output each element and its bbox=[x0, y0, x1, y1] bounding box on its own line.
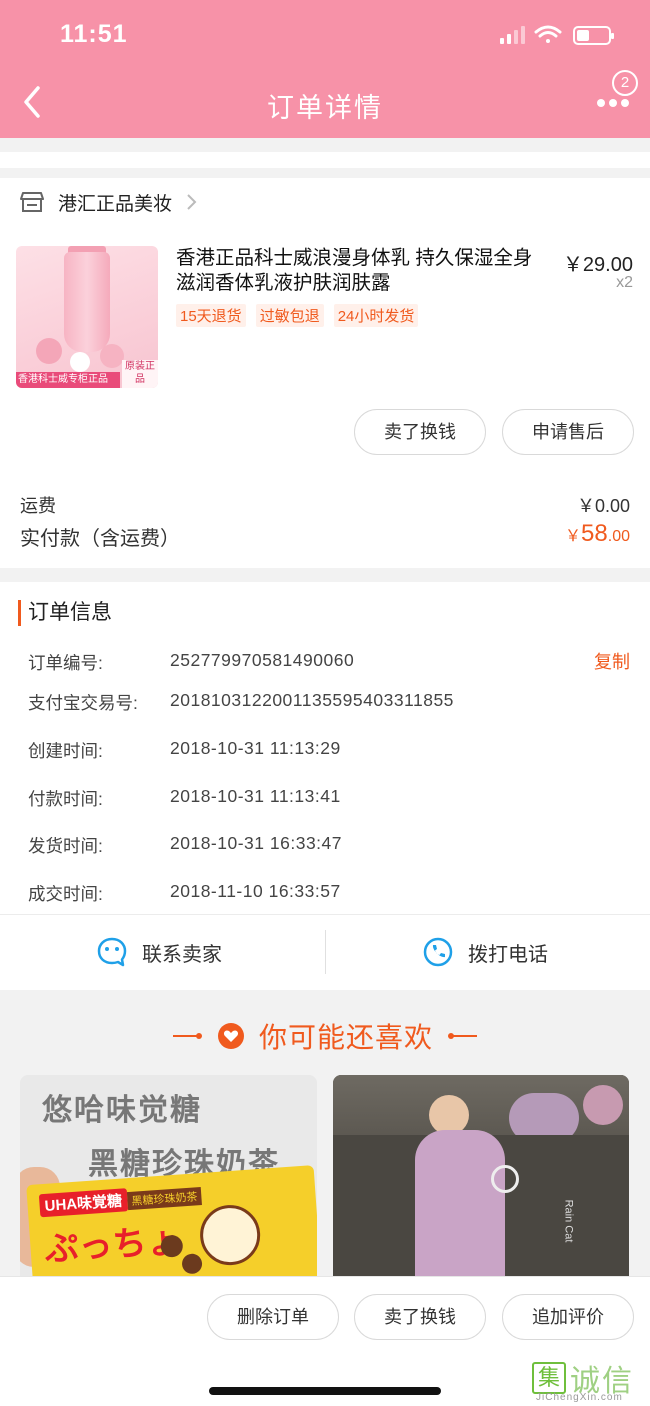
after-sale-button[interactable]: 申请售后 bbox=[502, 409, 634, 455]
header-spacer bbox=[0, 152, 650, 168]
heart-icon bbox=[217, 1023, 244, 1049]
shop-link[interactable]: 港汇正品美妆 bbox=[20, 190, 198, 215]
order-item-card: 港汇正品美妆 香港科士威专柜正品 原装正品 香港正品科士威浪漫身体乳 持久保湿全… bbox=[0, 178, 650, 568]
total-currency: ￥ bbox=[565, 528, 582, 545]
contact-seller-label: 联系卖家 bbox=[142, 943, 222, 966]
store-icon bbox=[20, 192, 44, 212]
chevron-right-icon bbox=[187, 194, 197, 210]
image-caption: 香港科士威专柜正品 bbox=[16, 372, 120, 388]
total-decimal: .00 bbox=[607, 528, 630, 545]
shipping-label: 运费 bbox=[20, 496, 56, 516]
alipay-trade-label: 支付宝交易号: bbox=[28, 693, 138, 713]
status-icons bbox=[500, 25, 614, 45]
shipped-time-label: 发货时间: bbox=[28, 836, 103, 856]
candy-brand: UHA味覚糖 bbox=[38, 1188, 128, 1218]
product-title[interactable]: 香港正品科士威浪漫身体乳 持久保湿全身滋润香体乳液护肤润肤露 bbox=[176, 246, 546, 296]
status-bar: 11:51 bbox=[0, 0, 650, 64]
flower-decoration bbox=[36, 338, 62, 364]
decor-line-left bbox=[172, 1033, 202, 1039]
watermark-logo: 集 bbox=[532, 1362, 566, 1394]
page-title: 订单详情 bbox=[267, 93, 383, 123]
tag-return: 15天退货 bbox=[176, 304, 246, 327]
shipped-time-value: 2018-10-31 16:33:47 bbox=[170, 833, 342, 853]
navigation-bar: 订单详情 2 bbox=[0, 64, 650, 138]
model-head bbox=[429, 1095, 469, 1135]
recommend-title: 你可能还喜欢 bbox=[258, 1022, 433, 1053]
total-integer: 58 bbox=[581, 520, 608, 547]
phone-icon bbox=[423, 937, 453, 967]
status-time: 11:51 bbox=[60, 20, 128, 48]
decor-line-right bbox=[448, 1033, 477, 1039]
created-time-label: 创建时间: bbox=[28, 741, 103, 761]
mascot-face bbox=[198, 1203, 263, 1268]
wifi-icon bbox=[534, 25, 562, 43]
completed-time-label: 成交时间: bbox=[28, 884, 103, 904]
chat-icon bbox=[97, 937, 127, 967]
product-quantity: x2 bbox=[616, 274, 633, 291]
call-phone-label: 拨打电话 bbox=[468, 943, 548, 966]
product-image[interactable]: 香港科士威专柜正品 原装正品 bbox=[16, 246, 158, 388]
shipping-value: ￥0.00 bbox=[576, 496, 630, 516]
pink-dress bbox=[415, 1130, 505, 1285]
watermark-url: JiChengXin.com bbox=[536, 1392, 623, 1403]
created-time-value: 2018-10-31 11:13:29 bbox=[170, 738, 341, 758]
flower-decoration bbox=[100, 344, 124, 368]
candy-flavor-tag: 黑糖珍珠奶茶 bbox=[126, 1187, 202, 1211]
call-phone-button[interactable]: 拨打电话 bbox=[422, 932, 548, 972]
delete-order-button[interactable]: 删除订单 bbox=[207, 1294, 339, 1340]
product-price: ￥29.00 bbox=[562, 254, 633, 276]
signal-icon bbox=[500, 26, 525, 44]
notification-badge: 2 bbox=[612, 70, 638, 96]
divider bbox=[0, 914, 650, 915]
recommend-item-dress[interactable]: Rain Cat bbox=[333, 1075, 629, 1285]
paid-time-label: 付款时间: bbox=[28, 789, 103, 809]
add-review-button[interactable]: 追加评价 bbox=[502, 1294, 634, 1340]
tag-shipping: 24小时发货 bbox=[333, 304, 419, 327]
order-number-label: 订单编号: bbox=[28, 653, 103, 673]
tube-graphic bbox=[64, 252, 110, 352]
candy-package: UHA味覚糖 黑糖珍珠奶茶 ぷっちょ bbox=[26, 1165, 317, 1285]
copy-button[interactable]: 复制 bbox=[594, 648, 630, 674]
recommend-heading: 你可能还喜欢 bbox=[0, 1014, 650, 1058]
battery-icon bbox=[573, 26, 614, 45]
sell-button[interactable]: 卖了换钱 bbox=[354, 409, 486, 455]
alipay-trade-value: 2018103122001135595403311855 bbox=[170, 690, 454, 710]
service-tags: 15天退货 过敏包退 24小时发货 bbox=[176, 304, 419, 327]
paid-time-value: 2018-10-31 11:13:41 bbox=[170, 786, 341, 806]
divider bbox=[325, 930, 326, 974]
recommend-item-candy[interactable]: 悠哈味觉糖 黑糖珍珠奶茶 UHA味覚糖 黑糖珍珠奶茶 ぷっちょ bbox=[20, 1075, 317, 1285]
flower-bouquet bbox=[583, 1085, 623, 1125]
flower-decoration bbox=[70, 352, 90, 372]
tapioca-pearl bbox=[181, 1253, 203, 1275]
home-indicator[interactable] bbox=[209, 1387, 441, 1395]
bottom-sell-button[interactable]: 卖了换钱 bbox=[354, 1294, 486, 1340]
completed-time-value: 2018-11-10 16:33:57 bbox=[170, 881, 341, 901]
brand-caption: Rain Cat bbox=[562, 1199, 575, 1243]
contact-seller-button[interactable]: 联系卖家 bbox=[96, 932, 222, 972]
candy-title-line1: 悠哈味觉糖 bbox=[42, 1094, 202, 1127]
section-heading: 订单信息 bbox=[18, 600, 112, 626]
order-number-value: 252779970581490060 bbox=[170, 650, 355, 670]
tag-allergy: 过敏包退 bbox=[255, 304, 324, 327]
image-badge: 原装正品 bbox=[122, 360, 158, 388]
order-info-card: 订单信息 订单编号: 252779970581490060 复制 支付宝交易号:… bbox=[0, 582, 650, 990]
total-value: ￥58.00 bbox=[565, 520, 630, 548]
more-icon[interactable] bbox=[596, 98, 630, 108]
total-label: 实付款（含运费） bbox=[20, 528, 180, 550]
handbag bbox=[491, 1165, 519, 1193]
shop-name: 港汇正品美妆 bbox=[58, 193, 173, 215]
